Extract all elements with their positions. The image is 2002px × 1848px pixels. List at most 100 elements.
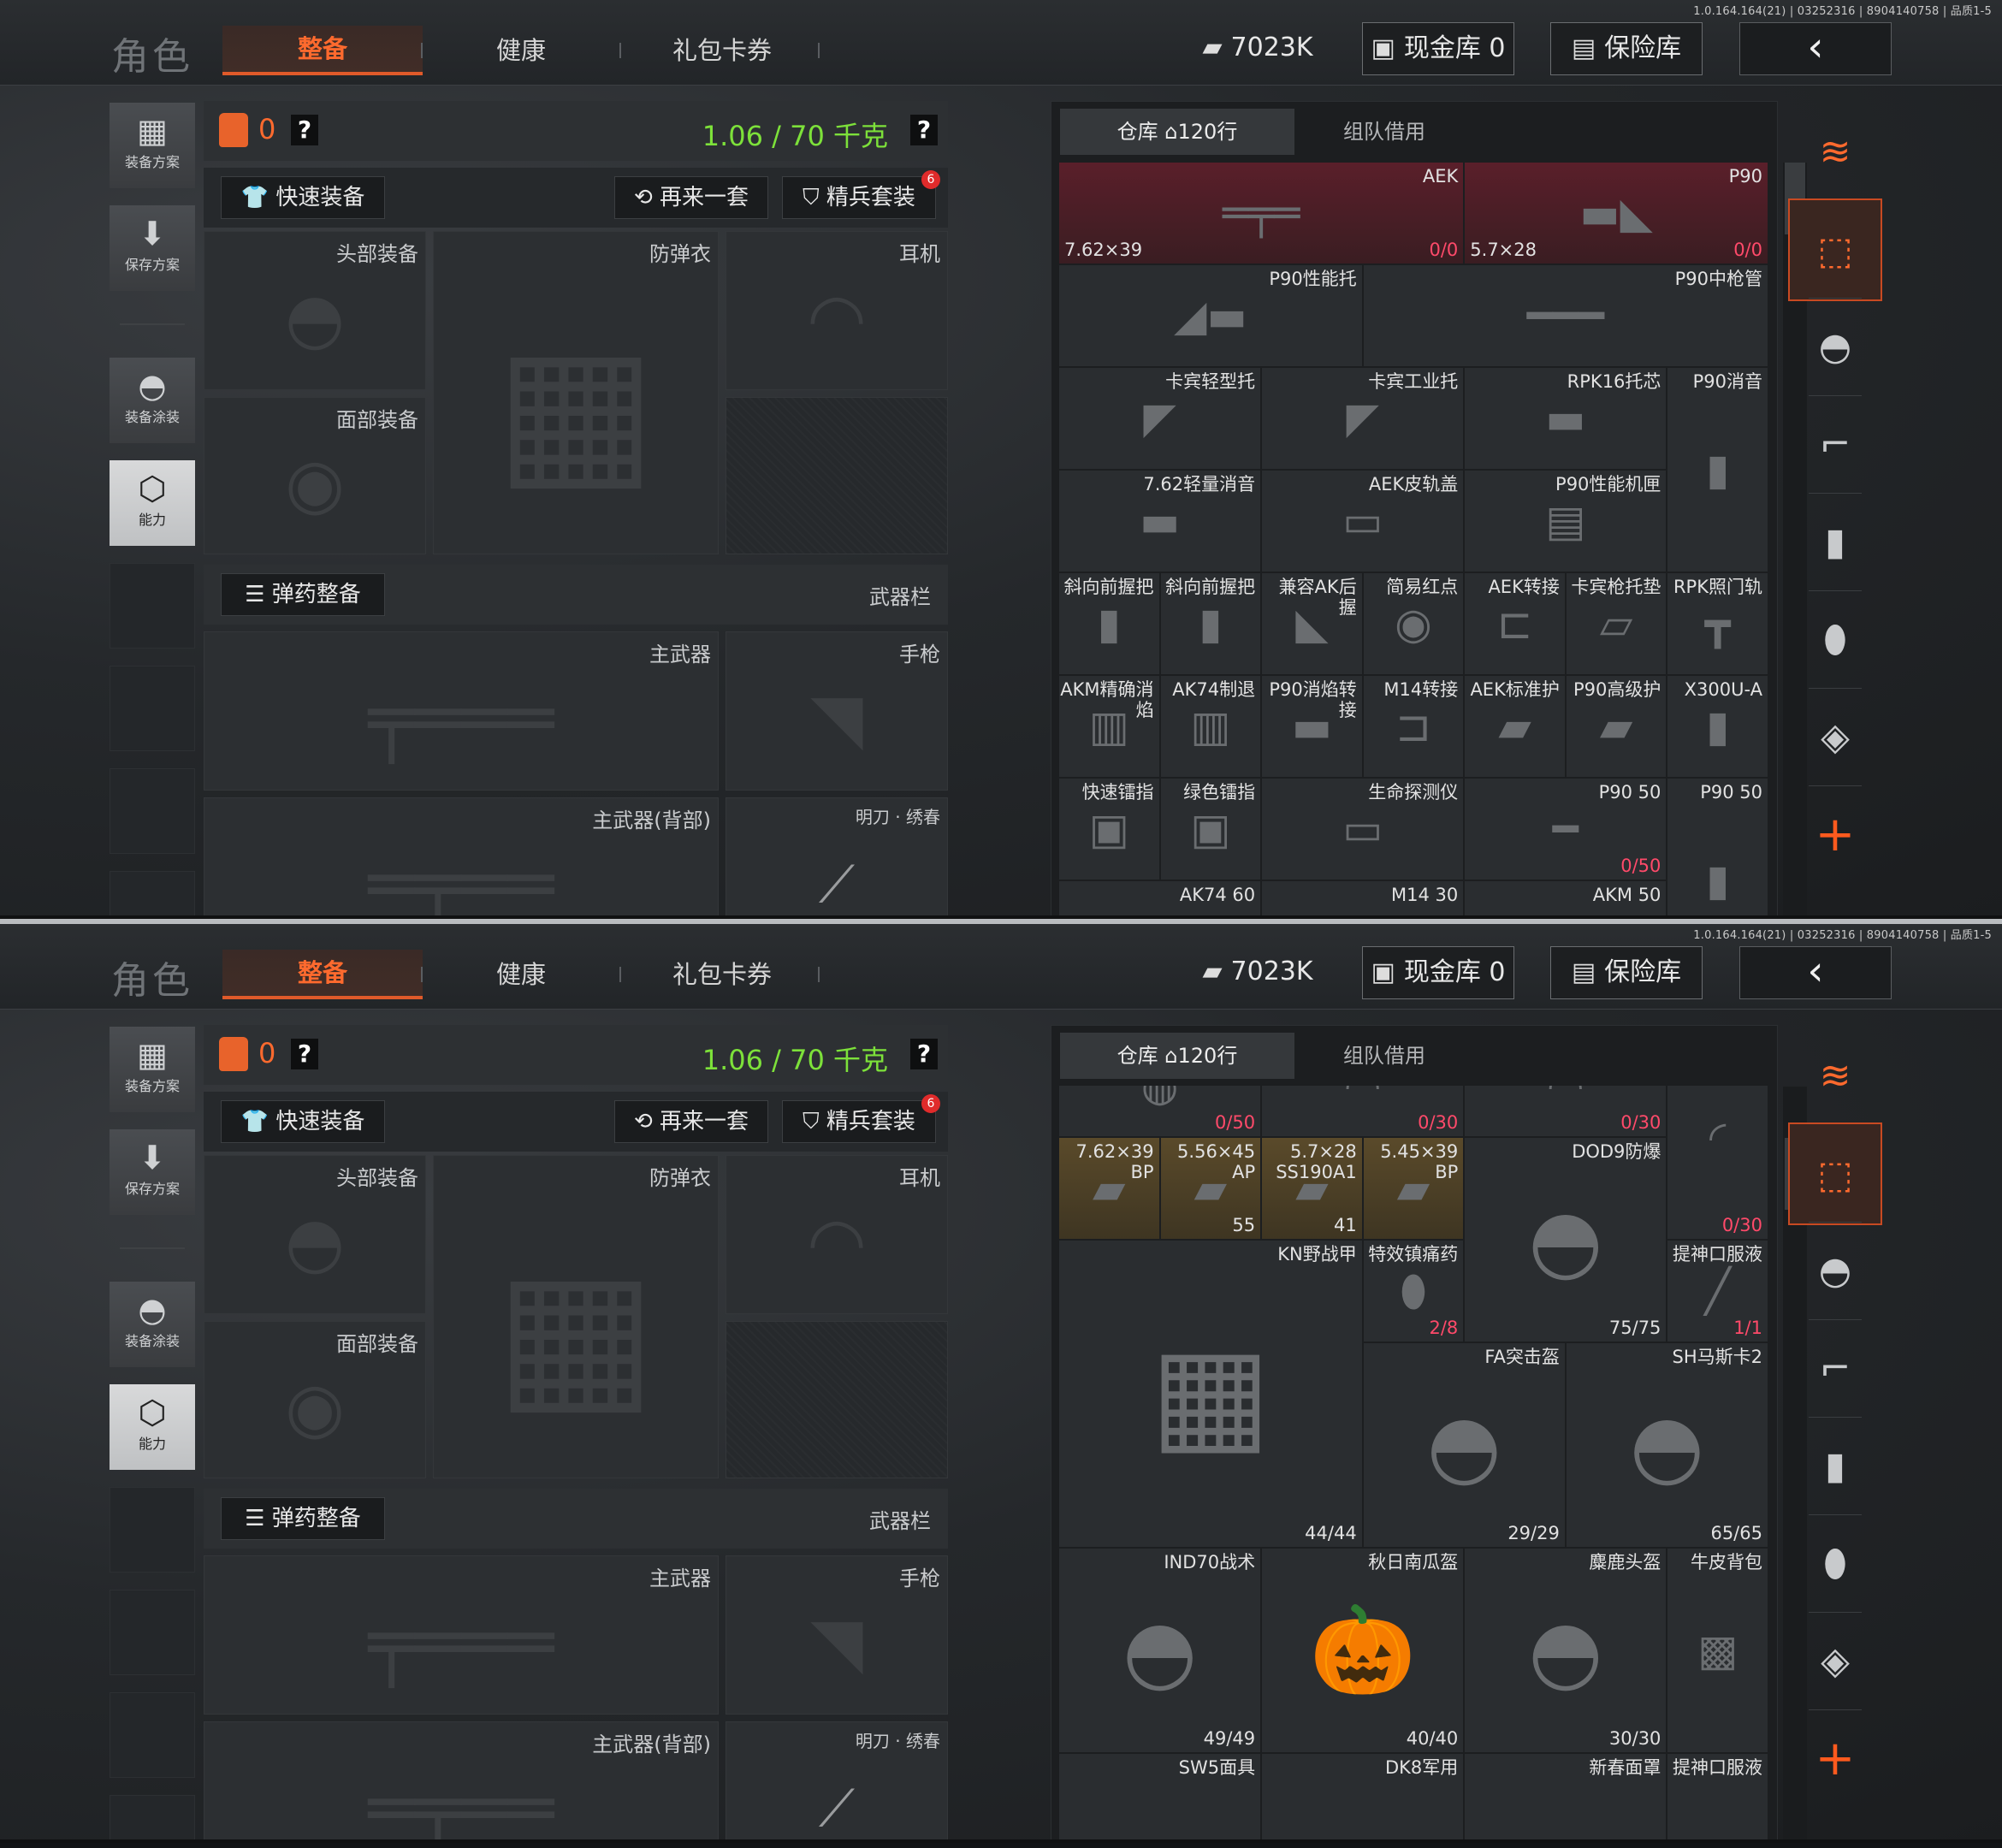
category-stack-refresh[interactable]: ≋ [1788, 101, 1882, 204]
save-plan-button[interactable]: ⬇ 保存方案 [110, 1129, 195, 1215]
quick-equip-button[interactable]: 👕 快速装备 [221, 1100, 385, 1143]
ear-slot[interactable]: 耳机 ◠ [726, 1155, 948, 1314]
tab-loadout[interactable]: 整备 [222, 26, 423, 75]
inventory-item[interactable]: ◠ 0/30 [1464, 1086, 1667, 1137]
inventory-item[interactable]: ━━━ P90中枪管 [1362, 264, 1768, 367]
tab-health[interactable]: 健康 [496, 955, 546, 991]
empty-side-slot[interactable] [110, 1795, 195, 1843]
primary-weapon-slot[interactable]: 主武器 ╤═══ [204, 1555, 719, 1715]
inventory-item[interactable]: ◓ SH马斯卡2 65/65 [1565, 1342, 1768, 1548]
help-button[interactable]: ? [291, 115, 318, 145]
inventory-item[interactable]: ▰ P90高级护 [1565, 675, 1667, 778]
back-button[interactable]: ‹ [1739, 22, 1892, 75]
inventory-item[interactable]: ◤ 卡宾工业托 [1261, 367, 1465, 470]
empty-side-slot[interactable] [110, 563, 195, 649]
elite-set-button[interactable]: ⛉ 精兵套装 6 [782, 170, 940, 219]
inventory-item[interactable]: ▱ 卡宾枪托垫 [1565, 572, 1667, 675]
inventory-item[interactable]: ◢▬ P90性能托 [1058, 264, 1363, 367]
inventory-item[interactable]: ━ P90 50 0/50 [1464, 778, 1667, 880]
tab-warehouse[interactable]: 仓库 ⌂120行 [1060, 1033, 1294, 1079]
inventory-item[interactable]: AK74 60 [1058, 880, 1262, 919]
inventory-item[interactable]: ▮ P90 50 [1667, 778, 1768, 919]
inventory-item[interactable]: ╱ 提神口服液 1/1 [1667, 1240, 1768, 1342]
face-slot[interactable]: 面部装备 ◉ [204, 397, 426, 554]
inventory-item[interactable]: ⬮ 特效镇痛药 2/8 [1362, 1240, 1465, 1342]
inventory-item[interactable]: ⊏ AEK转接 [1464, 572, 1566, 675]
cash-vault-button[interactable]: ▣ 现金库 0 [1362, 22, 1514, 75]
equipment-skin-button[interactable]: ◓ 装备涂装 [110, 1282, 195, 1367]
inventory-item[interactable]: ▣ 绿色镭指 [1159, 778, 1262, 880]
primary-back-slot[interactable]: 主武器(背部) ═╤══ [204, 1721, 719, 1843]
inventory-item[interactable]: ◤ 卡宾轻型托 [1058, 367, 1262, 470]
empty-side-slot[interactable] [110, 1590, 195, 1675]
tab-gift-coupons[interactable]: 礼包卡券 [672, 955, 772, 991]
inventory-item[interactable]: ▮ 斜向前握把 [1058, 572, 1160, 675]
inventory-item[interactable]: ═╤═ AEK 7.62×39 0/0 [1058, 162, 1465, 264]
inventory-item[interactable]: ▰ 5.7×28 SS190A1 41 [1261, 1137, 1363, 1240]
category-chip[interactable]: ◈ [1788, 1610, 1882, 1713]
inventory-item[interactable]: ◓ 麋鹿头盔 30/30 [1464, 1548, 1667, 1753]
category-warehouse[interactable]: ⬚ [1788, 1122, 1882, 1225]
category-stack-refresh[interactable]: ≋ [1788, 1025, 1882, 1128]
ammo-prep-button[interactable]: ☰ 弹药整备 [221, 573, 385, 616]
inventory-item[interactable]: ▮ P90消音 [1667, 367, 1768, 572]
primary-back-slot[interactable]: 主武器(背部) ═╤══ [204, 797, 719, 919]
inventory-item[interactable]: ◠ 0/30 [1261, 1086, 1465, 1137]
inventory-item[interactable]: ▰ AEK标准护 [1464, 675, 1566, 778]
back-button[interactable]: ‹ [1739, 946, 1892, 999]
elite-set-button[interactable]: ⛉ 精兵套装 6 [782, 1094, 940, 1143]
category-magazine[interactable]: ▮ [1788, 491, 1882, 594]
weight-help-button[interactable]: ? [910, 115, 938, 145]
category-helmet[interactable]: ◓ [1788, 1220, 1882, 1323]
weight-help-button[interactable]: ? [910, 1039, 938, 1069]
category-bullet[interactable]: ⬮ [1788, 589, 1882, 691]
category-chip[interactable]: ◈ [1788, 686, 1882, 789]
cash-vault-button[interactable]: ▣ 现金库 0 [1362, 946, 1514, 999]
inventory-item[interactable]: ▣ 快速镭指 [1058, 778, 1160, 880]
melee-slot[interactable]: 明刀 · 绣春 ⟋ [726, 1721, 948, 1843]
ability-button[interactable]: ⬡ 能力 [110, 460, 195, 546]
face-slot[interactable]: 面部装备 ◉ [204, 1321, 426, 1478]
empty-side-slot[interactable] [110, 1692, 195, 1778]
tab-warehouse[interactable]: 仓库 ⌂120行 [1060, 109, 1294, 155]
again-button[interactable]: ⟲ 再来一套 [614, 1100, 768, 1143]
inventory-item[interactable]: ▦ KN野战甲 44/44 [1058, 1240, 1363, 1548]
inventory-item[interactable]: AKM 50 [1464, 880, 1667, 919]
inventory-item[interactable]: ◓ IND70战术 49/49 [1058, 1548, 1262, 1753]
empty-side-slot[interactable] [110, 1487, 195, 1573]
category-plus[interactable]: + [1788, 784, 1882, 886]
equipment-plan-button[interactable]: ▦ 装备方案 [110, 103, 195, 188]
empty-side-slot[interactable] [110, 768, 195, 854]
inventory-item[interactable]: ◍ 0/50 [1058, 1086, 1262, 1137]
empty-side-slot[interactable] [110, 871, 195, 919]
save-plan-button[interactable]: ⬇ 保存方案 [110, 205, 195, 291]
inventory-item[interactable]: ▬ 7.62轻量消音 [1058, 470, 1262, 572]
inventory-item[interactable]: ▬ P90消焰转接 [1261, 675, 1363, 778]
armor-slot[interactable]: 防弹衣 ▦ [433, 231, 719, 554]
category-rifle[interactable]: ⌐ [1788, 394, 1882, 496]
inventory-item[interactable]: ▬◣ P90 5.7×28 0/0 [1464, 162, 1768, 264]
inventory-item[interactable]: M14 30 [1261, 880, 1465, 919]
ammo-prep-button[interactable]: ☰ 弹药整备 [221, 1497, 385, 1540]
armor-slot[interactable]: 防弹衣 ▦ [433, 1155, 719, 1478]
head-slot[interactable]: 头部装备 ◓ [204, 231, 426, 390]
help-button[interactable]: ? [291, 1039, 318, 1069]
inventory-item[interactable]: ▥ AKM精确消焰 [1058, 675, 1160, 778]
melee-slot[interactable]: 明刀 · 绣春 ⟋ [726, 797, 948, 919]
safe-button[interactable]: ▤ 保险库 [1550, 946, 1703, 999]
inventory-item[interactable]: ▰ 5.45×39 BP [1362, 1137, 1465, 1240]
head-slot[interactable]: 头部装备 ◓ [204, 1155, 426, 1314]
inventory-item[interactable]: ⊐ M14转接 [1362, 675, 1465, 778]
inventory-item[interactable]: ◜ 0/30 [1667, 1086, 1768, 1240]
inventory-item[interactable]: ▬ RPK16托芯 [1464, 367, 1667, 470]
inventory-item[interactable]: ▰ 7.62×39 BP [1058, 1137, 1160, 1240]
inventory-item[interactable]: 🎃 秋日南瓜盔 40/40 [1261, 1548, 1465, 1753]
quick-equip-button[interactable]: 👕 快速装备 [221, 176, 385, 219]
inventory-item[interactable]: SW5面具 [1058, 1753, 1262, 1843]
again-button[interactable]: ⟲ 再来一套 [614, 176, 768, 219]
tab-health[interactable]: 健康 [496, 31, 546, 67]
inventory-item[interactable]: ▭ 生命探测仪 [1261, 778, 1465, 880]
pistol-slot[interactable]: 手枪 ◥ [726, 631, 948, 791]
inventory-item[interactable]: ▰ 5.56×45 AP 55 [1159, 1137, 1262, 1240]
inventory-item[interactable]: 提神口服液 [1667, 1753, 1768, 1843]
